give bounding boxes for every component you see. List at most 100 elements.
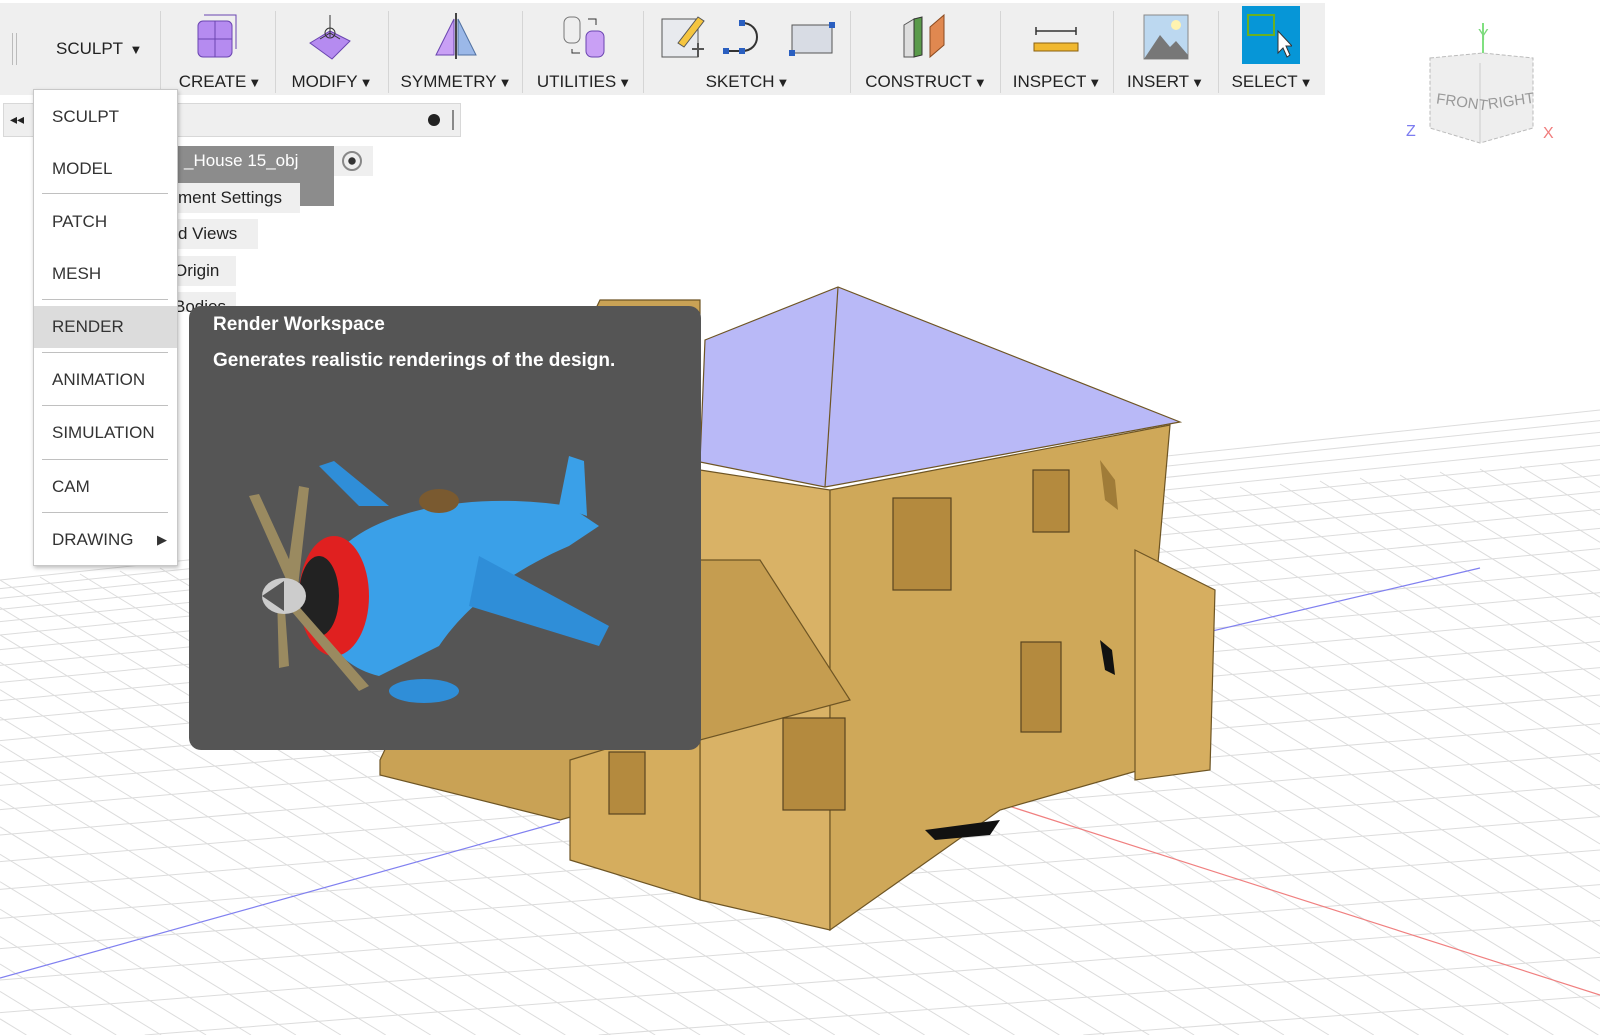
menu-item-mesh[interactable]: MESH bbox=[34, 253, 177, 295]
render-workspace-tooltip: Render Workspace Generates realistic ren… bbox=[189, 306, 701, 750]
z-axis-label: Z bbox=[1406, 123, 1416, 140]
toy-airplane-render-image bbox=[249, 456, 609, 703]
grid-line bbox=[0, 881, 252, 1035]
menu-item-drawing[interactable]: DRAWING ▶ bbox=[34, 519, 177, 561]
insert-label: INSERT bbox=[1127, 72, 1190, 91]
grid-line bbox=[598, 956, 1600, 1035]
select-label: SELECT bbox=[1231, 72, 1298, 91]
browser-item-document-settings[interactable]: ment Settings bbox=[178, 183, 300, 213]
chevron-down-icon: ▼ bbox=[129, 42, 143, 57]
grid-line bbox=[1439, 471, 1600, 571]
grid-line bbox=[1239, 486, 1600, 708]
viewcube[interactable]: FRONT RIGHT Y Z X bbox=[1400, 18, 1565, 153]
grid-line bbox=[0, 936, 162, 1035]
inspect-label: INSPECT bbox=[1012, 72, 1087, 91]
grid-line bbox=[0, 963, 117, 1035]
menu-divider bbox=[42, 193, 168, 194]
tooltip-title: Render Workspace bbox=[213, 314, 385, 335]
menu-divider bbox=[42, 512, 168, 513]
sketch-label: SKETCH bbox=[705, 72, 775, 91]
menu-item-patch[interactable]: PATCH bbox=[34, 201, 177, 243]
z-axis-line bbox=[0, 821, 561, 979]
divider bbox=[1218, 11, 1219, 93]
arc-sketch-icon bbox=[723, 20, 758, 54]
chevron-down-icon: ▼ bbox=[776, 75, 790, 90]
browser-root-item[interactable]: _House 15_obj v2 bbox=[178, 146, 373, 206]
rectangle-sketch-icon bbox=[789, 22, 835, 56]
workspace-switcher[interactable]: SCULPT ▼ bbox=[56, 39, 171, 59]
grid-line bbox=[1519, 465, 1600, 516]
create-menu[interactable]: CREATE ▼ bbox=[170, 3, 270, 95]
create-box-icon bbox=[197, 14, 237, 58]
workspace-dropdown: SCULPT MODEL PATCH MESH RENDER ANIMATION… bbox=[33, 89, 178, 566]
measure-ruler-icon bbox=[1033, 27, 1079, 52]
drawing-label: DRAWING bbox=[52, 530, 134, 549]
create-sketch-icon bbox=[661, 16, 705, 58]
menu-item-simulation[interactable]: SIMULATION bbox=[34, 412, 177, 454]
divider bbox=[1000, 11, 1001, 93]
grid-line bbox=[1399, 474, 1600, 598]
y-axis-label: Y bbox=[1478, 27, 1489, 44]
divider bbox=[275, 11, 276, 93]
submenu-arrow-icon: ▶ bbox=[157, 532, 167, 547]
menu-item-model[interactable]: MODEL bbox=[34, 148, 177, 190]
divider bbox=[522, 11, 523, 93]
collapse-browser-button[interactable]: ◂◂ bbox=[10, 111, 24, 128]
divider bbox=[850, 11, 851, 93]
browser-item-origin[interactable]: Origin bbox=[172, 256, 236, 286]
insert-menu[interactable]: INSERT ▼ bbox=[1118, 3, 1213, 95]
grid-line bbox=[0, 1018, 27, 1035]
utilities-convert-icon bbox=[563, 16, 605, 58]
menu-item-sculpt[interactable]: SCULPT bbox=[34, 96, 177, 138]
browser-item-named-views[interactable]: d Views bbox=[178, 219, 258, 249]
grid-line bbox=[1319, 480, 1600, 653]
toolbar-grip[interactable] bbox=[12, 33, 17, 65]
inspect-menu[interactable]: INSPECT ▼ bbox=[1006, 3, 1108, 95]
chevron-down-icon: ▼ bbox=[973, 75, 987, 90]
chevron-down-icon: ▼ bbox=[359, 75, 373, 90]
utilities-label: UTILITIES bbox=[536, 72, 617, 91]
modify-label: MODIFY bbox=[291, 72, 358, 91]
chevron-down-icon: ▼ bbox=[618, 75, 632, 90]
grid-line bbox=[1359, 477, 1600, 625]
menu-divider bbox=[42, 405, 168, 406]
chevron-down-icon: ▼ bbox=[1191, 75, 1204, 90]
create-label: CREATE bbox=[178, 72, 247, 91]
construct-label: CONSTRUCT bbox=[865, 72, 972, 91]
divider bbox=[643, 11, 644, 93]
select-cursor-icon bbox=[1247, 14, 1292, 58]
menu-item-render[interactable]: RENDER bbox=[34, 306, 177, 348]
modify-surface-icon bbox=[309, 15, 351, 60]
menu-divider bbox=[42, 299, 168, 300]
x-axis-label: X bbox=[1543, 125, 1554, 142]
construct-menu[interactable]: CONSTRUCT ▼ bbox=[858, 3, 994, 95]
menu-item-cam[interactable]: CAM bbox=[34, 466, 177, 508]
grid-line bbox=[144, 919, 1600, 1035]
menu-item-animation[interactable]: ANIMATION bbox=[34, 359, 177, 401]
menu-divider bbox=[42, 352, 168, 353]
modify-menu[interactable]: MODIFY ▼ bbox=[282, 3, 382, 95]
grid-line bbox=[1083, 995, 1600, 1035]
grid-line bbox=[1479, 468, 1600, 543]
construct-plane-icon bbox=[903, 13, 945, 59]
sketch-menu[interactable]: SKETCH ▼ bbox=[650, 3, 845, 95]
utilities-menu[interactable]: UTILITIES ▼ bbox=[530, 3, 638, 95]
resize-handle[interactable] bbox=[452, 110, 454, 130]
divider bbox=[388, 11, 389, 93]
tooltip-description: Generates realistic renderings of the de… bbox=[213, 350, 616, 371]
chevron-down-icon: ▼ bbox=[1088, 75, 1102, 90]
symmetry-menu[interactable]: SYMMETRY ▼ bbox=[396, 3, 516, 95]
select-menu[interactable]: SELECT ▼ bbox=[1224, 3, 1320, 95]
symmetry-label: SYMMETRY bbox=[400, 72, 497, 91]
chevron-down-icon: ▼ bbox=[248, 75, 262, 90]
grid-line bbox=[0, 991, 72, 1035]
divider bbox=[160, 11, 161, 93]
toolbar: SCULPT ▼ CREATE ▼ MODIFY ▼ SYMMETRY ▼ UTILI… bbox=[0, 3, 1325, 95]
workspace-label: SCULPT bbox=[56, 39, 123, 58]
activate-radio-icon[interactable] bbox=[342, 151, 362, 171]
insert-image-icon bbox=[1143, 14, 1189, 60]
chevron-down-icon: ▼ bbox=[498, 75, 512, 90]
minimize-icon[interactable] bbox=[428, 114, 440, 126]
symmetry-icon bbox=[435, 13, 477, 59]
divider bbox=[1113, 11, 1114, 93]
